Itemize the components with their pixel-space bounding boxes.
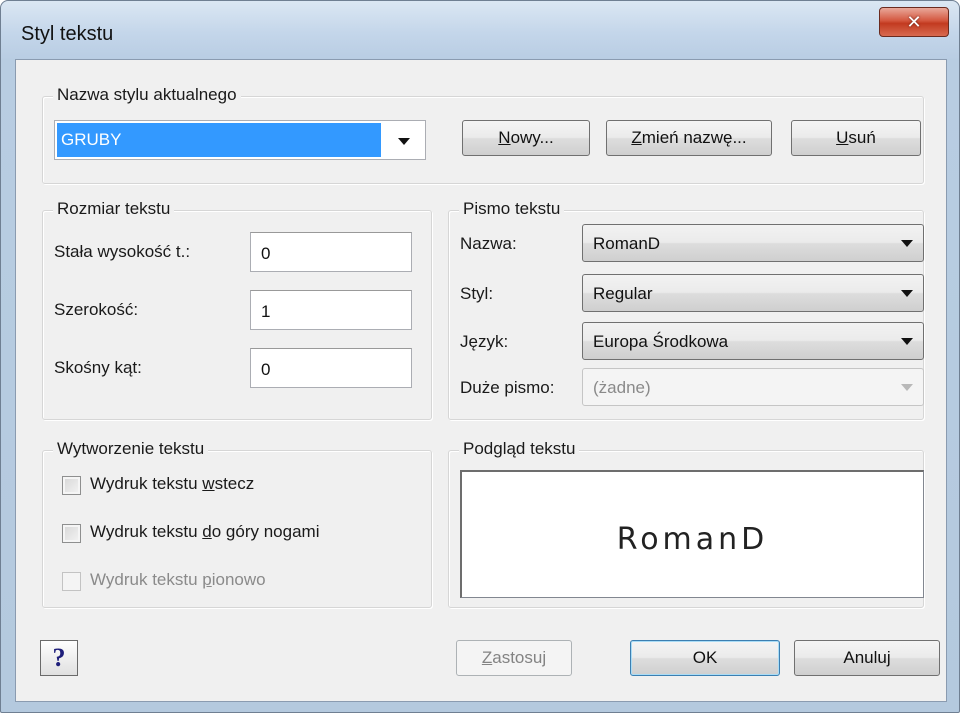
dialog-client-area: Nazwa stylu aktualnego GRUBY Nowy... Zmi… — [15, 59, 947, 702]
font-style-value: Regular — [593, 284, 653, 303]
style-name-dropdown-button[interactable] — [383, 121, 425, 159]
preview-sample-text: RomanD — [616, 522, 769, 557]
chevron-down-icon — [901, 240, 913, 247]
font-style-dropdown[interactable]: Regular — [582, 274, 924, 312]
text-generation-legend: Wytworzenie tekstu — [53, 439, 209, 459]
help-icon: ? — [52, 643, 66, 672]
font-name-value: RomanD — [593, 234, 661, 253]
oblique-angle-label: Skośny kąt: — [54, 358, 142, 377]
window-title: Styl tekstu — [21, 23, 114, 45]
cancel-button[interactable]: Anuluj — [794, 640, 940, 676]
current-style-legend: Nazwa stylu aktualnego — [53, 85, 241, 105]
chevron-down-icon — [901, 338, 913, 345]
preview-legend: Podgląd tekstu — [459, 439, 580, 459]
chevron-down-icon — [901, 384, 913, 391]
style-name-combobox[interactable]: GRUBY — [54, 120, 426, 160]
language-label: Język: — [460, 332, 509, 351]
oblique-angle-input[interactable]: 0 — [250, 348, 412, 388]
width-label: Szerokość: — [54, 300, 139, 319]
bigfont-dropdown: (żadne) — [582, 368, 924, 406]
fixed-height-label: Stała wysokość t.: — [54, 242, 191, 261]
style-name-value: GRUBY — [57, 123, 381, 157]
font-name-label: Nazwa: — [460, 234, 517, 253]
upside-down-label[interactable]: Wydruk tekstu do góry nogami — [90, 522, 319, 542]
font-style-label: Styl: — [460, 284, 494, 303]
chevron-down-icon — [398, 138, 410, 145]
font-legend: Pismo tekstu — [459, 199, 565, 219]
language-dropdown[interactable]: Europa Środkowa — [582, 322, 924, 360]
close-button[interactable]: ✕ — [879, 7, 949, 37]
dialog-window: Styl tekstu ✕ Nazwa stylu aktualnego GRU… — [0, 0, 960, 713]
font-name-dropdown[interactable]: RomanD — [582, 224, 924, 262]
apply-button: Zastosuj — [456, 640, 572, 676]
vertical-label: Wydruk tekstu pionowo — [90, 570, 266, 589]
close-icon: ✕ — [906, 12, 922, 32]
bigfont-label: Duże pismo: — [460, 378, 555, 397]
title-bar[interactable]: Styl tekstu ✕ — [1, 1, 959, 59]
bigfont-value: (żadne) — [593, 378, 651, 397]
backwards-checkbox[interactable] — [62, 476, 81, 495]
width-input[interactable]: 1 — [250, 290, 412, 330]
chevron-down-icon — [901, 290, 913, 297]
text-preview-box: RomanD — [460, 470, 924, 598]
upside-down-checkbox[interactable] — [62, 524, 81, 543]
text-size-legend: Rozmiar tekstu — [53, 199, 175, 219]
vertical-checkbox — [62, 572, 81, 591]
language-value: Europa Środkowa — [593, 332, 729, 351]
backwards-label[interactable]: Wydruk tekstu wstecz — [90, 474, 254, 494]
new-style-button[interactable]: Nowy... — [462, 120, 590, 156]
delete-style-button[interactable]: Usuń — [791, 120, 921, 156]
help-button[interactable]: ? — [40, 640, 78, 676]
ok-button[interactable]: OK — [630, 640, 780, 676]
rename-style-button[interactable]: Zmień nazwę... — [606, 120, 772, 156]
fixed-height-input[interactable]: 0 — [250, 232, 412, 272]
